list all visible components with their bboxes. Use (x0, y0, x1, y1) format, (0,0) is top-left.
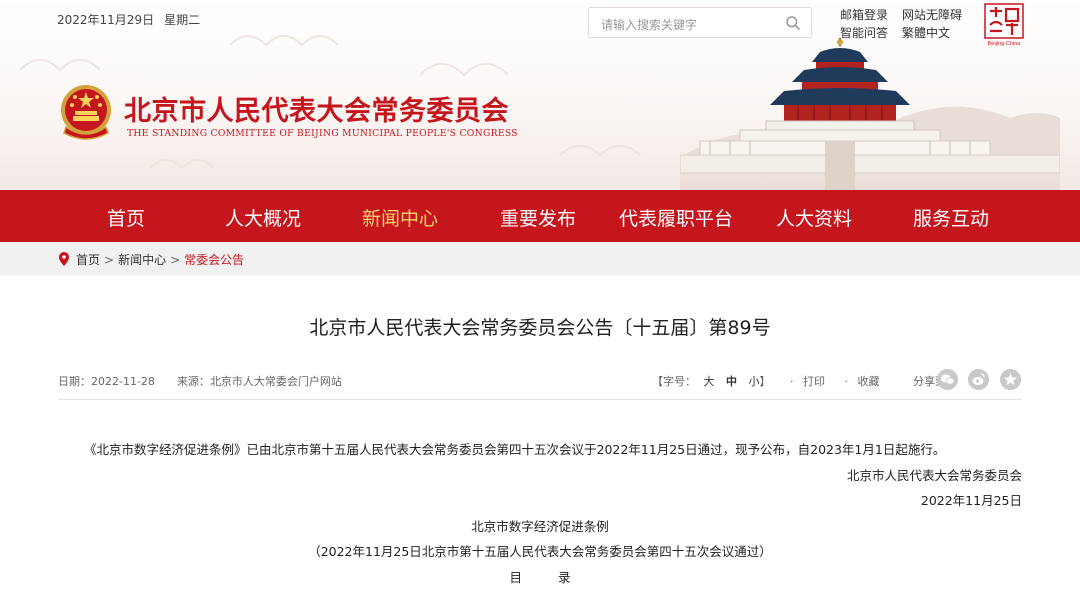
table-of-contents-heading: 目录 (509, 570, 607, 585)
font-size-medium[interactable]: 中 (726, 375, 737, 388)
breadcrumb-bar: 首页 > 新闻中心 > 常委会公告 (0, 242, 1080, 275)
font-size-small[interactable]: 小 (749, 375, 760, 388)
article-date: 2022-11-28 (91, 375, 155, 388)
meta-divider (58, 399, 1022, 400)
search-input[interactable]: 请输入搜索关键字 (601, 16, 697, 33)
search-box[interactable]: 请输入搜索关键字 (588, 7, 812, 38)
article-tools: 【字号： 大 中 小】 · 打印 · 收藏 分享到： (652, 373, 957, 389)
nav-materials[interactable]: 人大资料 (776, 204, 852, 231)
nav-overview[interactable]: 人大概况 (225, 204, 301, 231)
print-button[interactable]: 打印 (803, 375, 825, 388)
breadcrumb-separator: > (170, 253, 181, 267)
breadcrumb-separator: > (104, 253, 115, 267)
font-size-label: 【字号： (652, 375, 696, 388)
wechat-icon[interactable] (937, 369, 958, 390)
nav-home[interactable]: 首页 (107, 204, 145, 231)
favorite-button[interactable]: 收藏 (858, 375, 880, 388)
article-meta: 日期：2022-11-28 来源：北京市人大常委会门户网站 (58, 373, 342, 389)
breadcrumb-current[interactable]: 常委会公告 (184, 253, 244, 267)
search-icon[interactable] (785, 15, 801, 31)
weekday-text: 星期二 (164, 13, 201, 27)
article-paragraph: 《北京市数字经济促进条例》已由北京市第十五届人民代表大会常务委员会第四十五次会议… (84, 442, 946, 457)
font-size-close: 】 (759, 375, 771, 388)
nav-deputy-platform[interactable]: 代表履职平台 (619, 204, 733, 231)
national-emblem-icon (61, 85, 111, 140)
article-source: 北京市人大常委会门户网站 (209, 375, 342, 388)
breadcrumb-news[interactable]: 新闻中心 (118, 253, 166, 267)
link-accessibility[interactable]: 网站无障碍 (902, 6, 962, 24)
signature-date: 2022年11月25日 (920, 493, 1022, 508)
article-title: 北京市人民代表大会常务委员会公告〔十五届〕第89号 (309, 317, 771, 339)
weibo-icon[interactable] (968, 369, 989, 390)
breadcrumb-home[interactable]: 首页 (76, 253, 100, 267)
link-mail-login[interactable]: 邮箱登录 (840, 6, 888, 24)
qzone-icon[interactable] (1000, 369, 1021, 390)
print-dot: · (790, 375, 794, 388)
top-links: 邮箱登录 网站无障碍 智能问答 繁體中文 (840, 6, 976, 42)
date-label: 日期： (58, 375, 91, 388)
nav-important-releases[interactable]: 重要发布 (500, 204, 576, 231)
date-text: 2022年11月29日 (57, 13, 155, 27)
location-pin-icon (59, 252, 69, 266)
nav-service-interaction[interactable]: 服务互动 (913, 204, 989, 231)
current-date: 2022年11月29日 星期二 (57, 11, 200, 28)
site-header: 2022年11月29日 星期二 请输入搜索关键字 邮箱登录 网站无障碍 智能问答 繁體… (0, 0, 1080, 190)
source-label: 来源： (176, 375, 210, 388)
temple-of-heaven-illustration (680, 38, 1060, 190)
signature-organization: 北京市人民代表大会常务委员会 (846, 468, 1022, 483)
favorite-dot: · (844, 375, 849, 388)
site-title-english: THE STANDING COMMITTEE OF BEIJING MUNICI… (127, 128, 518, 139)
site-title[interactable]: 北京市人民代表大会常务委员会 (124, 89, 509, 128)
law-adoption-note: （2022年11月25日北京市第十五届人民代表大会常务委员会第四十五次会议通过） (308, 544, 772, 559)
law-title: 北京市数字经济促进条例 (471, 519, 609, 534)
breadcrumb: 首页 > 新闻中心 > 常委会公告 (58, 251, 244, 268)
main-nav: 首页 人大概况 新闻中心 重要发布 代表履职平台 人大资料 服务互动 (0, 190, 1080, 242)
font-size-large[interactable]: 大 (704, 375, 715, 388)
nav-news-center[interactable]: 新闻中心 (362, 204, 438, 231)
